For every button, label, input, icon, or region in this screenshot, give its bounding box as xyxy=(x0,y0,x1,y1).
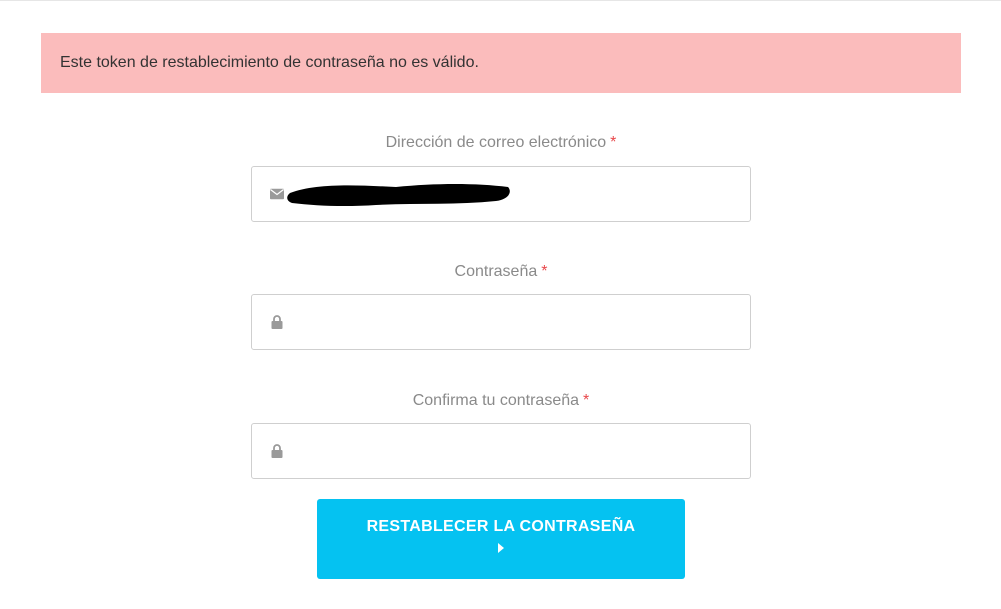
error-alert: Este token de restablecimiento de contra… xyxy=(41,33,961,93)
confirm-password-label: Confirma tu contraseña * xyxy=(251,392,751,410)
reset-password-button-label: RESTABLECER LA CONTRASEÑA xyxy=(366,518,636,535)
lock-icon xyxy=(270,315,284,329)
confirm-password-label-text: Confirma tu contraseña xyxy=(412,392,580,409)
email-label: Dirección de correo electrónico * xyxy=(251,134,751,152)
redaction-mark xyxy=(287,184,510,207)
confirm-password-required-mark: * xyxy=(583,392,590,409)
password-input[interactable] xyxy=(294,295,750,349)
confirm-password-field[interactable] xyxy=(251,423,751,479)
email-label-text: Dirección de correo electrónico xyxy=(385,134,607,151)
envelope-icon xyxy=(270,187,284,201)
reset-password-page: Este token de restablecimiento de contra… xyxy=(0,0,1001,609)
caret-right-icon xyxy=(498,543,504,553)
password-field[interactable] xyxy=(251,294,751,350)
password-required-mark: * xyxy=(541,263,548,280)
email-required-mark: * xyxy=(610,134,617,151)
lock-icon xyxy=(270,444,284,458)
confirm-password-input[interactable] xyxy=(294,424,750,478)
reset-password-button[interactable]: RESTABLECER LA CONTRASEÑA xyxy=(317,499,685,579)
password-label-text: Contraseña xyxy=(454,263,538,280)
error-alert-message: Este token de restablecimiento de contra… xyxy=(60,54,479,71)
password-label: Contraseña * xyxy=(251,263,751,281)
email-field[interactable] xyxy=(251,166,751,222)
